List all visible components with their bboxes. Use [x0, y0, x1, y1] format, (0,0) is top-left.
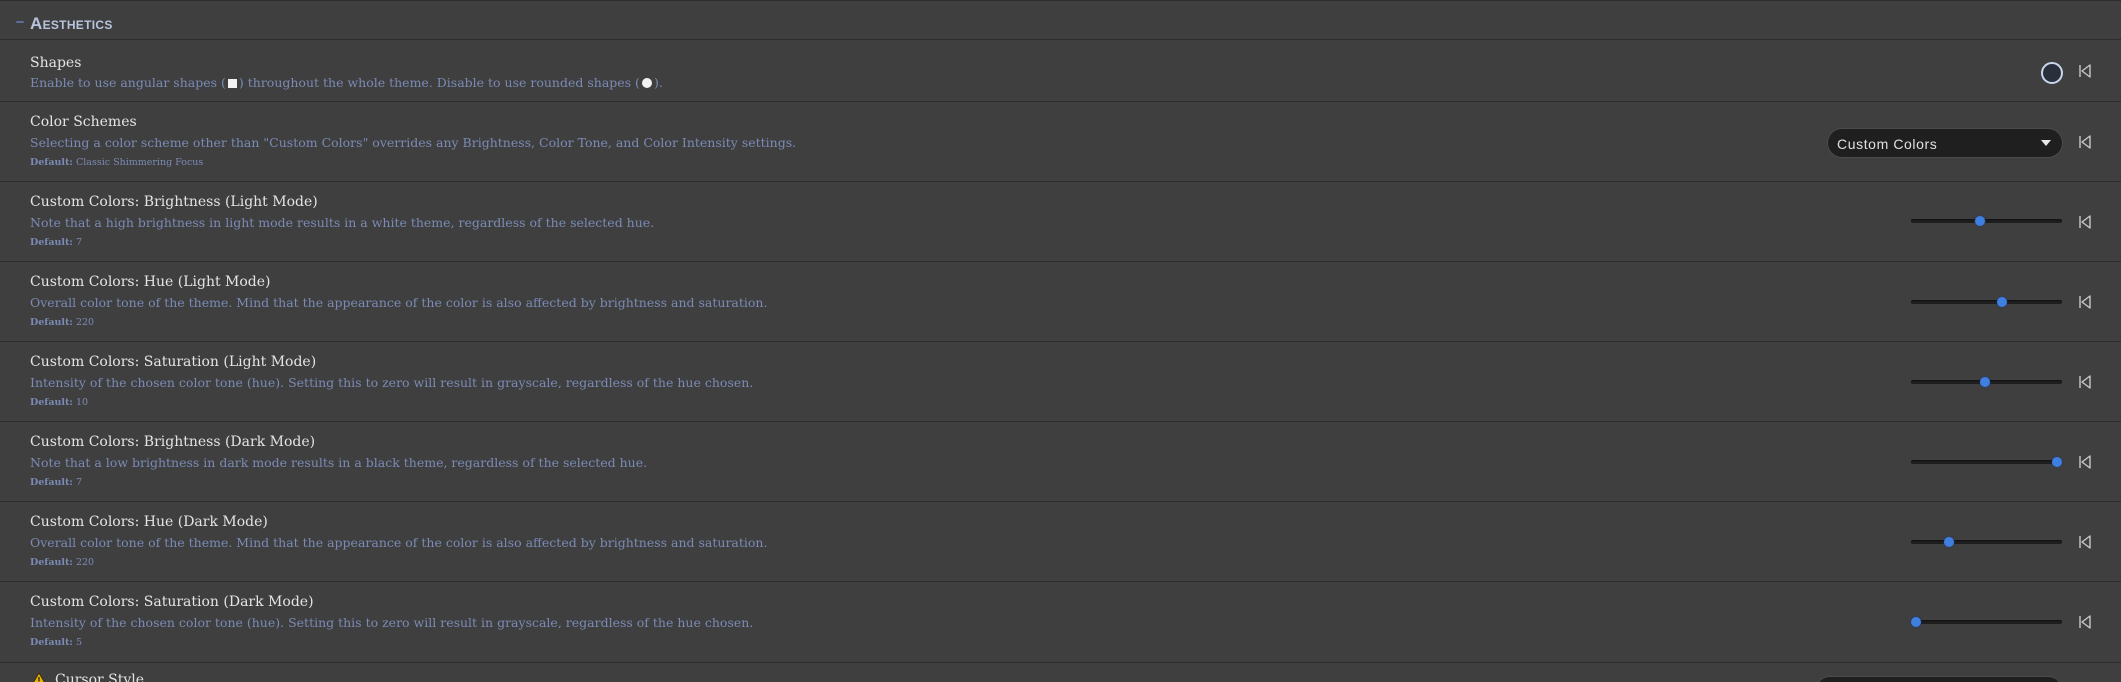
saturation-dark-slider[interactable] [1910, 615, 2062, 629]
setting-row-hue-dark: Custom Colors: Hue (Dark Mode) Overall c… [0, 502, 2121, 582]
setting-title: Color Schemes [30, 114, 137, 130]
setting-description: Note that a low brightness in dark mode … [30, 455, 648, 470]
slider-track [1911, 300, 2062, 304]
setting-title: Custom Colors: Saturation (Light Mode) [30, 354, 317, 370]
slider-track [1911, 460, 2062, 464]
default-value: 5 [75, 637, 83, 648]
setting-title: Custom Colors: Brightness (Dark Mode) [30, 434, 316, 450]
desc-text: Enable to use angular shapes ( [30, 75, 226, 90]
default-label: Default: [30, 237, 73, 248]
slider-thumb[interactable] [1996, 297, 2007, 307]
reset-to-default-icon[interactable] [2077, 374, 2093, 390]
setting-default: Default: Classic Shimmering Focus [30, 157, 203, 168]
setting-description: Note that a high brightness in light mod… [30, 215, 655, 230]
setting-row-saturation-light: Custom Colors: Saturation (Light Mode) I… [0, 342, 2121, 422]
default-value: Classic Shimmering Focus [75, 157, 204, 168]
chevron-down-icon [2041, 140, 2051, 146]
color-scheme-select[interactable]: Custom Colors [1827, 128, 2063, 158]
default-value: 220 [75, 557, 95, 568]
setting-default: Default: 7 [30, 477, 82, 488]
setting-title: Custom Colors: Saturation (Dark Mode) [30, 594, 314, 610]
default-label: Default: [30, 477, 73, 488]
hue-dark-slider[interactable] [1911, 535, 2062, 549]
setting-default: Default: 5 [30, 637, 82, 648]
reset-to-default-icon[interactable] [2077, 214, 2093, 230]
setting-title: Cursor Style [55, 672, 145, 682]
section-header-aesthetics[interactable]: Aesthetics [0, 0, 2121, 40]
setting-row-color-schemes: Color Schemes Selecting a color scheme o… [0, 102, 2121, 182]
reset-to-default-icon[interactable] [2077, 534, 2093, 550]
default-value: 10 [75, 397, 89, 408]
setting-description: Overall color tone of the theme. Mind th… [30, 295, 768, 310]
slider-thumb[interactable] [2052, 457, 2063, 467]
setting-default: Default: 7 [30, 237, 82, 248]
default-value: 7 [75, 237, 83, 248]
setting-description: Enable to use angular shapes ( ) througho… [30, 75, 663, 90]
setting-row-cursor-style: Cursor Style [0, 663, 2121, 682]
setting-row-brightness-light: Custom Colors: Brightness (Light Mode) N… [0, 182, 2121, 262]
slider-track [1911, 540, 2062, 544]
desc-text: ). [653, 75, 663, 90]
slider-thumb[interactable] [1975, 216, 1986, 226]
default-label: Default: [30, 157, 73, 168]
setting-row-hue-light: Custom Colors: Hue (Light Mode) Overall … [0, 262, 2121, 342]
section-title: Aesthetics [30, 14, 113, 33]
default-value: 220 [75, 317, 95, 328]
settings-page: Aesthetics Shapes Enable to use angular … [0, 0, 2121, 682]
setting-description: Selecting a color scheme other than "Cus… [30, 135, 797, 150]
setting-description: Intensity of the chosen color tone (hue)… [30, 375, 754, 390]
warning-icon [33, 672, 45, 682]
select-value: Custom Colors [1837, 136, 1938, 152]
reset-to-default-icon[interactable] [2077, 454, 2093, 470]
setting-description: Intensity of the chosen color tone (hue)… [30, 615, 754, 630]
reset-to-default-icon[interactable] [2077, 614, 2093, 630]
setting-default: Default: 10 [30, 397, 88, 408]
slider-thumb[interactable] [1979, 377, 1990, 387]
desc-text: ) throughout the whole theme. Disable to… [238, 75, 640, 90]
setting-title: Shapes [30, 55, 82, 71]
cursor-style-select[interactable] [1815, 676, 2063, 682]
square-shape-icon [227, 79, 237, 88]
hue-light-slider[interactable] [1911, 295, 2062, 309]
reset-to-default-icon[interactable] [2077, 294, 2093, 310]
default-label: Default: [30, 397, 73, 408]
setting-row-saturation-dark: Custom Colors: Saturation (Dark Mode) In… [0, 582, 2121, 663]
setting-row-brightness-dark: Custom Colors: Brightness (Dark Mode) No… [0, 422, 2121, 502]
setting-title: Custom Colors: Hue (Dark Mode) [30, 514, 268, 530]
saturation-light-slider[interactable] [1911, 375, 2062, 389]
setting-description: Overall color tone of the theme. Mind th… [30, 535, 768, 550]
default-label: Default: [30, 317, 73, 328]
circle-shape-icon [641, 78, 652, 88]
setting-title: Custom Colors: Hue (Light Mode) [30, 274, 271, 290]
default-label: Default: [30, 557, 73, 568]
default-value: 7 [75, 477, 83, 488]
reset-to-default-icon[interactable] [2077, 134, 2093, 150]
setting-default: Default: 220 [30, 557, 94, 568]
reset-to-default-icon[interactable] [2077, 63, 2093, 79]
collapse-indicator-icon [16, 21, 24, 23]
setting-title: Custom Colors: Brightness (Light Mode) [30, 194, 318, 210]
default-label: Default: [30, 637, 73, 648]
slider-track [1911, 620, 2062, 624]
slider-track [1911, 219, 2062, 223]
slider-thumb[interactable] [1910, 617, 1921, 627]
brightness-dark-slider[interactable] [1911, 455, 2063, 469]
setting-row-shapes: Shapes Enable to use angular shapes ( ) t… [0, 40, 2121, 102]
setting-default: Default: 220 [30, 317, 94, 328]
brightness-light-slider[interactable] [1911, 214, 2062, 228]
slider-thumb[interactable] [1943, 537, 1954, 547]
shapes-toggle[interactable] [2041, 62, 2063, 84]
